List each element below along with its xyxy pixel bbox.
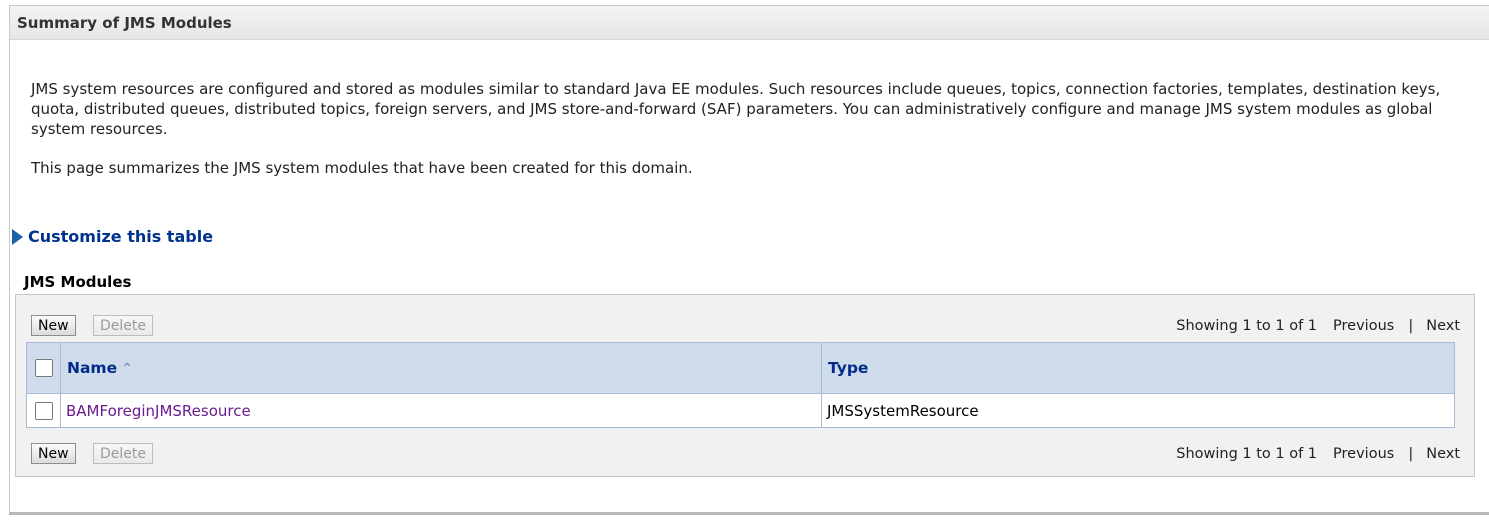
table-header-row: Name ⌃ Type: [26, 342, 1455, 394]
module-type: JMSSystemResource: [827, 401, 979, 420]
row-checkbox[interactable]: [35, 401, 53, 420]
column-header-name[interactable]: Name ⌃: [60, 342, 822, 394]
next-link[interactable]: Next: [1426, 446, 1460, 462]
module-name-link[interactable]: BAMForeginJMSResource: [66, 402, 251, 420]
modules-grid: Name ⌃ Type BAMForeginJMSResource JMSSyst…: [26, 342, 1455, 428]
customize-table-toggle[interactable]: Customize this table: [12, 227, 213, 246]
row-type-cell: JMSSystemResource: [821, 393, 1455, 428]
delete-button-top[interactable]: Delete: [93, 315, 153, 336]
previous-link[interactable]: Previous: [1333, 446, 1394, 462]
select-all-cell: [26, 342, 61, 394]
description-summary: This page summarizes the JMS system modu…: [31, 159, 693, 177]
description-paragraph: JMS system resources are configured and …: [31, 80, 1441, 138]
page-title: Summary of JMS Modules: [10, 6, 1489, 40]
pagination-top: Showing 1 to 1 of 1 Previous | Next: [1176, 318, 1460, 334]
pagination-bottom: Showing 1 to 1 of 1 Previous | Next: [1176, 446, 1460, 462]
jms-modules-table: New Delete Showing 1 to 1 of 1 Previous …: [15, 294, 1475, 477]
column-header-type[interactable]: Type: [821, 342, 1455, 394]
new-button-bottom[interactable]: New: [31, 443, 76, 464]
customize-table-link[interactable]: Customize this table: [28, 227, 213, 246]
delete-button-bottom[interactable]: Delete: [93, 443, 153, 464]
column-type-label: Type: [828, 359, 869, 377]
expand-triangle-icon: [12, 228, 23, 245]
paging-separator: |: [1408, 318, 1414, 334]
previous-link[interactable]: Previous: [1333, 318, 1394, 334]
next-link[interactable]: Next: [1426, 318, 1460, 334]
table-title: JMS Modules: [24, 273, 132, 291]
select-all-checkbox[interactable]: [35, 359, 53, 378]
row-select-cell: [26, 393, 61, 428]
table-row: BAMForeginJMSResource JMSSystemResource: [26, 393, 1455, 428]
new-button-top[interactable]: New: [31, 315, 76, 336]
sort-ascending-icon[interactable]: ⌃: [121, 361, 133, 377]
row-name-cell: BAMForeginJMSResource: [60, 393, 822, 428]
paging-status: Showing 1 to 1 of 1: [1176, 446, 1318, 462]
paging-separator: |: [1408, 446, 1414, 462]
paging-status: Showing 1 to 1 of 1: [1176, 318, 1318, 334]
column-name-label: Name: [67, 359, 118, 377]
